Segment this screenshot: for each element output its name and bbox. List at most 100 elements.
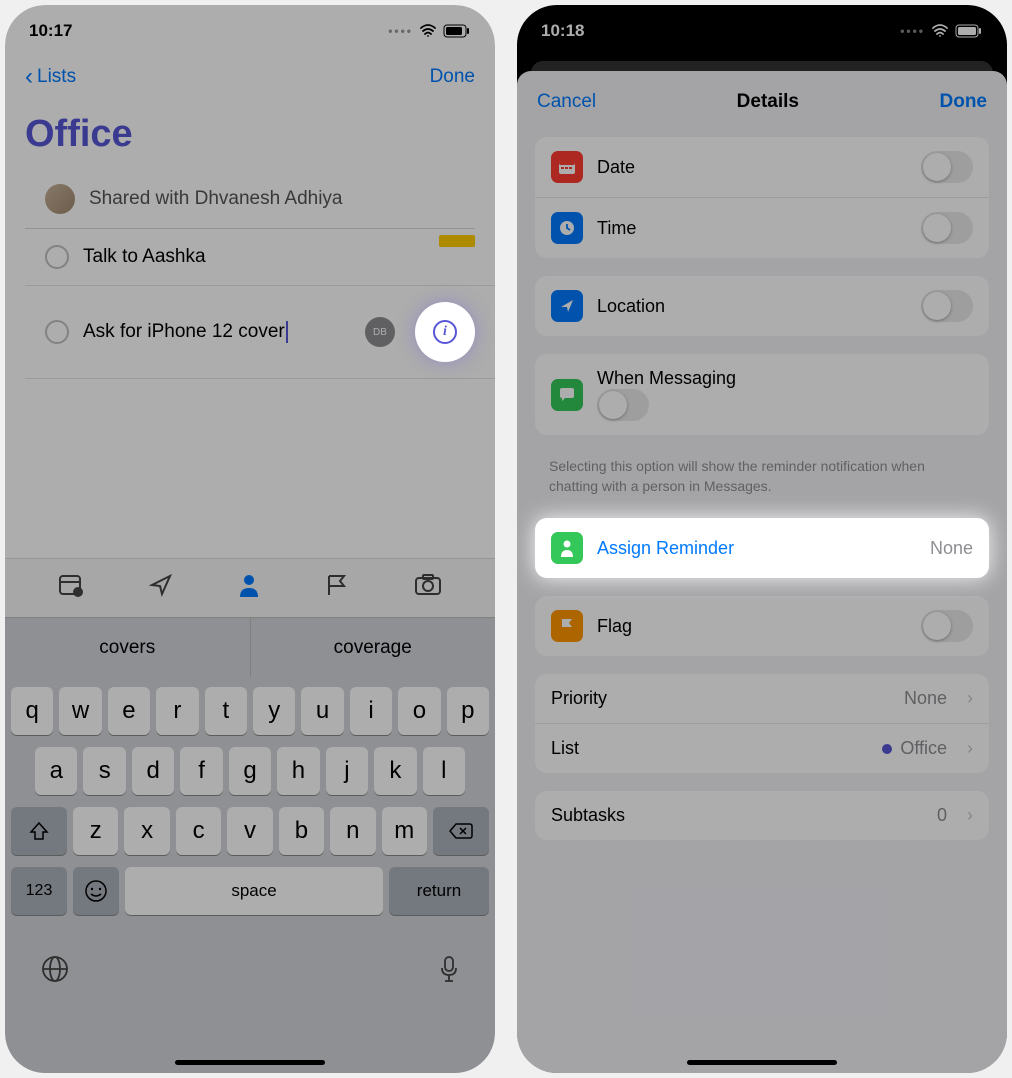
key-l[interactable]: l [423, 747, 465, 795]
reminder-text-input[interactable]: Ask for iPhone 12 cover [83, 321, 351, 343]
reminder-checkbox[interactable] [45, 320, 69, 344]
done-button[interactable]: Done [940, 91, 988, 113]
list-cell[interactable]: List Office › [535, 724, 989, 773]
list-label: List [551, 738, 868, 759]
key-o[interactable]: o [398, 687, 440, 735]
backspace-key[interactable] [433, 807, 489, 855]
key-x[interactable]: x [124, 807, 169, 855]
wifi-icon [931, 24, 949, 38]
details-sheet: Cancel Details Done Date Time [517, 71, 1007, 1073]
messaging-label: When Messaging [597, 368, 736, 388]
priority-cell[interactable]: Priority None › [535, 674, 989, 724]
backspace-icon [449, 822, 473, 840]
key-i[interactable]: i [350, 687, 392, 735]
list-value: Office [882, 738, 947, 759]
reminder-row[interactable]: Talk to Aashka [25, 229, 495, 286]
location-toggle[interactable] [921, 290, 973, 322]
time-cell[interactable]: Time [535, 198, 989, 258]
key-v[interactable]: v [227, 807, 272, 855]
key-e[interactable]: e [108, 687, 150, 735]
flag-label: Flag [597, 616, 907, 637]
cellular-dots-icon: •••• [900, 24, 925, 38]
key-g[interactable]: g [229, 747, 271, 795]
key-m[interactable]: m [382, 807, 427, 855]
time-toggle[interactable] [921, 212, 973, 244]
suggestion[interactable]: coverage [251, 618, 496, 677]
cancel-button[interactable]: Cancel [537, 91, 596, 113]
mic-icon[interactable] [439, 955, 459, 990]
keyboard-bottom-row [11, 927, 489, 1000]
key-r[interactable]: r [156, 687, 198, 735]
location-cell[interactable]: Location [535, 276, 989, 336]
tag-indicator [439, 235, 475, 247]
home-indicator[interactable] [687, 1060, 837, 1065]
reminder-checkbox[interactable] [45, 245, 69, 269]
date-toggle[interactable] [921, 151, 973, 183]
camera-icon[interactable] [414, 573, 442, 603]
shift-key[interactable] [11, 807, 67, 855]
sheet-title: Details [737, 91, 799, 113]
return-key[interactable]: return [389, 867, 489, 915]
status-bar: 10:18 •••• [517, 5, 1007, 49]
space-key[interactable]: space [125, 867, 383, 915]
flag-cell[interactable]: Flag [535, 596, 989, 656]
numbers-key[interactable]: 123 [11, 867, 67, 915]
location-arrow-icon [551, 290, 583, 322]
assignee-badge[interactable]: DB [365, 317, 395, 347]
flag-toggle[interactable] [921, 610, 973, 642]
calendar-icon[interactable] [58, 573, 84, 603]
globe-icon[interactable] [41, 955, 69, 990]
keyboard-toolbar [5, 558, 495, 617]
key-p[interactable]: p [447, 687, 489, 735]
key-k[interactable]: k [374, 747, 416, 795]
chevron-right-icon: › [967, 688, 973, 709]
flag-icon[interactable] [325, 573, 349, 603]
subtasks-value: 0 [937, 805, 947, 826]
messaging-toggle[interactable] [597, 389, 649, 421]
key-a[interactable]: a [35, 747, 77, 795]
key-n[interactable]: n [330, 807, 375, 855]
home-indicator[interactable] [175, 1060, 325, 1065]
messaging-cell[interactable]: When Messaging [535, 354, 989, 435]
location-arrow-icon[interactable] [149, 573, 173, 603]
key-q[interactable]: q [11, 687, 53, 735]
key-d[interactable]: d [132, 747, 174, 795]
date-cell[interactable]: Date [535, 137, 989, 198]
key-t[interactable]: t [205, 687, 247, 735]
shared-with-row[interactable]: Shared with Dhvanesh Adhiya [25, 176, 475, 229]
key-j[interactable]: j [326, 747, 368, 795]
suggestion-bar: covers coverage [5, 617, 495, 677]
info-icon[interactable]: i [433, 320, 457, 344]
status-time: 10:18 [541, 21, 584, 41]
chevron-right-icon: › [967, 738, 973, 759]
emoji-icon [84, 879, 108, 903]
flag-icon [551, 610, 583, 642]
phone-left: 10:17 •••• ‹ Lists Done Office Shared wi… [5, 5, 495, 1073]
assign-reminder-cell[interactable]: Assign Reminder None [535, 518, 989, 578]
sheet-header: Cancel Details Done [517, 71, 1007, 137]
key-y[interactable]: y [253, 687, 295, 735]
key-s[interactable]: s [83, 747, 125, 795]
subtasks-cell[interactable]: Subtasks 0 › [535, 791, 989, 840]
key-u[interactable]: u [301, 687, 343, 735]
back-button[interactable]: ‹ Lists [25, 63, 76, 91]
key-h[interactable]: h [277, 747, 319, 795]
chevron-left-icon: ‹ [25, 63, 33, 91]
section-priority-list: Priority None › List Office › [535, 674, 989, 773]
message-icon [551, 379, 583, 411]
info-button-highlight: i [415, 302, 475, 362]
done-button[interactable]: Done [430, 66, 475, 88]
key-z[interactable]: z [73, 807, 118, 855]
keyboard[interactable]: q w e r t y u i o p a s d f g h j k l z [5, 677, 495, 1073]
subtasks-label: Subtasks [551, 805, 923, 826]
reminder-row-editing[interactable]: Ask for iPhone 12 cover DB i [25, 286, 495, 379]
suggestion[interactable]: covers [5, 618, 251, 677]
key-c[interactable]: c [176, 807, 221, 855]
person-icon[interactable] [238, 573, 260, 603]
emoji-key[interactable] [73, 867, 119, 915]
key-f[interactable]: f [180, 747, 222, 795]
reminder-text[interactable]: Talk to Aashka [83, 246, 475, 268]
status-time: 10:17 [29, 21, 72, 41]
key-w[interactable]: w [59, 687, 101, 735]
key-b[interactable]: b [279, 807, 324, 855]
